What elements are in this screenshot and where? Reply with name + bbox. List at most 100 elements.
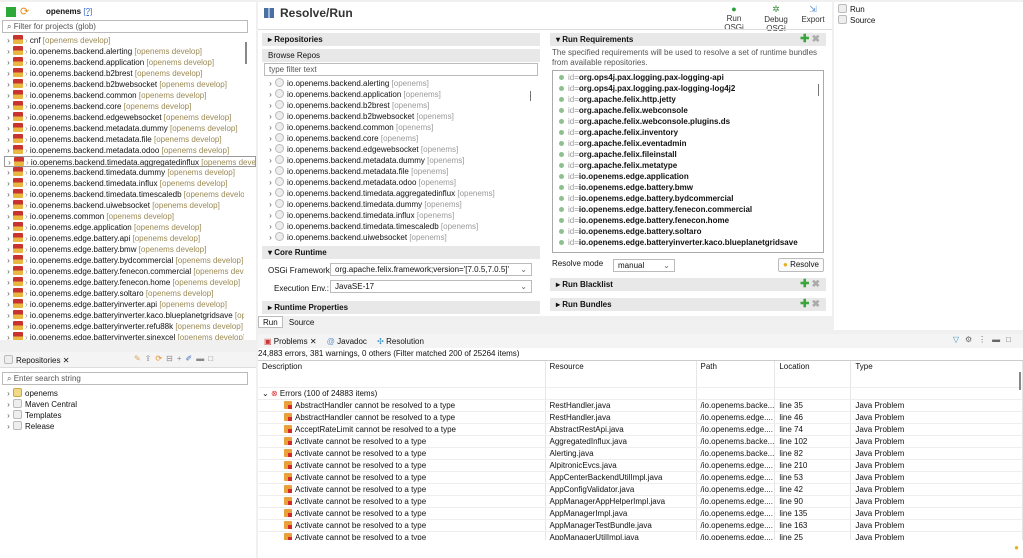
settings-icon[interactable]: ⚙ xyxy=(965,335,978,344)
tab-javadoc[interactable]: @ Javadoc xyxy=(323,336,371,348)
chevron-right-icon[interactable]: › xyxy=(4,167,13,178)
requirement-item[interactable]: id=io.openems.edge.battery.bmw xyxy=(553,182,823,193)
chevron-right-icon[interactable]: › xyxy=(4,255,13,266)
problem-row[interactable]: Activate cannot be resolved to a type App… xyxy=(258,495,1023,508)
chevron-right-icon[interactable]: › xyxy=(4,46,13,57)
osgi-framework-select[interactable]: org.apache.felix.framework;version='[7.0… xyxy=(330,263,532,276)
chevron-right-icon[interactable]: › xyxy=(4,421,13,432)
repository-item[interactable]: › openems xyxy=(4,388,77,399)
runtime-properties-section[interactable]: ▸ Runtime Properties xyxy=(262,301,540,314)
problem-row[interactable]: Activate cannot be resolved to a type App… xyxy=(258,519,1023,532)
chevron-right-icon[interactable]: › xyxy=(4,410,13,421)
add-requirement-icon[interactable]: ✚ xyxy=(800,33,809,45)
problem-row[interactable]: AcceptRateLimit cannot be resolved to a … xyxy=(258,423,1023,436)
repo-bundle-item[interactable]: › io.openems.backend.metadata.dummy [open… xyxy=(266,155,528,166)
project-item[interactable]: › › io.openems.backend.b2brest [openems d… xyxy=(4,68,244,79)
chevron-right-icon[interactable]: › xyxy=(4,266,13,277)
requirement-item[interactable]: id=org.ops4j.pax.logging.pax-logging-log… xyxy=(553,83,823,94)
chevron-right-icon[interactable]: › xyxy=(4,244,13,255)
chevron-right-icon[interactable]: › xyxy=(4,35,13,46)
problem-row[interactable]: Activate cannot be resolved to a type App… xyxy=(258,531,1023,540)
remove-blacklist-icon[interactable]: ✖ xyxy=(812,279,820,290)
chevron-right-icon[interactable]: › xyxy=(4,310,13,321)
remove-bundle-icon[interactable]: ✖ xyxy=(812,299,820,310)
maximize-icon[interactable]: □ xyxy=(208,354,217,363)
repo-bundle-item[interactable]: › io.openems.backend.b2brest [openems] xyxy=(266,100,528,111)
chevron-right-icon[interactable]: › xyxy=(4,178,13,189)
tab-problems[interactable]: ▣ Problems ✕ xyxy=(260,336,321,348)
problem-row[interactable]: AbstractHandler cannot be resolved to a … xyxy=(258,399,1023,412)
chevron-right-icon[interactable]: › xyxy=(4,399,13,410)
repo-bundle-item[interactable]: › io.openems.backend.application [openems… xyxy=(266,89,528,100)
repo-bundle-item[interactable]: › io.openems.backend.b2bwebsocket [openem… xyxy=(266,111,528,122)
chevron-right-icon[interactable]: › xyxy=(266,188,275,199)
project-item[interactable]: › › io.openems.backend.edgewebsocket [ope… xyxy=(4,112,244,123)
chevron-right-icon[interactable]: › xyxy=(266,199,275,210)
project-item[interactable]: › › io.openems.backend.timedata.influx [o… xyxy=(4,178,244,189)
run-blacklist-section[interactable]: ▸ Run Blacklist ✚ ✖ xyxy=(550,278,826,291)
requirement-item[interactable]: id=org.apache.felix.webconsole xyxy=(553,105,823,116)
column-header[interactable]: Path xyxy=(696,361,776,388)
project-item[interactable]: › › io.openems.backend.timedata.timescale… xyxy=(4,189,244,200)
repository-item[interactable]: › Maven Central xyxy=(4,399,77,410)
repo-bundle-item[interactable]: › io.openems.backend.core [openems] xyxy=(266,133,528,144)
requirement-item[interactable]: id=org.apache.felix.metatype xyxy=(553,160,823,171)
refresh-icon[interactable]: ⟳ xyxy=(155,354,166,363)
project-item[interactable]: › › io.openems.backend.alerting [openems … xyxy=(4,46,244,57)
project-item[interactable]: › › io.openems.edge.batteryinverter.sinex… xyxy=(4,332,244,340)
project-item[interactable]: › › io.openems.edge.batteryinverter.kaco.… xyxy=(4,310,244,321)
chevron-right-icon[interactable]: › xyxy=(266,78,275,89)
column-header[interactable]: Resource xyxy=(545,361,697,388)
project-item[interactable]: › › io.openems.edge.battery.api [openems … xyxy=(4,233,244,244)
project-item[interactable]: › › io.openems.backend.b2bwebsocket [open… xyxy=(4,79,244,90)
chevron-right-icon[interactable]: › xyxy=(4,112,13,123)
requirement-item[interactable]: id=org.apache.felix.http.jetty xyxy=(553,94,823,105)
tab-resolution[interactable]: ✣ Resolution xyxy=(373,336,428,348)
requirement-item[interactable]: id=io.openems.edge.battery.fenecon.comme… xyxy=(553,204,823,215)
chevron-right-icon[interactable]: › xyxy=(4,145,13,156)
chevron-right-icon[interactable]: › xyxy=(4,123,13,134)
minimize-icon[interactable]: ▬ xyxy=(992,335,1006,344)
scrollbar-thumb[interactable] xyxy=(245,42,247,64)
project-item[interactable]: › › io.openems.backend.timedata.dummy [op… xyxy=(4,167,244,178)
core-runtime-section[interactable]: ▾ Core Runtime xyxy=(262,246,540,259)
repository-item[interactable]: › Templates xyxy=(4,410,77,421)
repo-bundle-item[interactable]: › io.openems.backend.timedata.influx [ope… xyxy=(266,210,528,221)
chevron-right-icon[interactable]: › xyxy=(4,134,13,145)
column-header[interactable]: Location xyxy=(774,361,852,388)
chevron-right-icon[interactable]: › xyxy=(4,189,13,200)
requirements-scrollbar[interactable] xyxy=(818,84,819,96)
chevron-right-icon[interactable]: › xyxy=(266,133,275,144)
resolve-button[interactable]: ● Resolve xyxy=(778,258,824,272)
repo-bundle-item[interactable]: › io.openems.backend.metadata.odoo [opene… xyxy=(266,177,528,188)
project-item[interactable]: › › io.openems.edge.battery.bmw [openems … xyxy=(4,244,244,255)
chevron-right-icon[interactable]: › xyxy=(4,90,13,101)
project-item[interactable]: › › io.openems.backend.metadata.odoo [ope… xyxy=(4,145,244,156)
chevron-right-icon[interactable]: › xyxy=(4,332,13,340)
repository-item[interactable]: › Release xyxy=(4,421,77,432)
chevron-down-icon[interactable]: ⌄ xyxy=(262,389,269,398)
project-item[interactable]: › › io.openems.edge.battery.fenecon.home … xyxy=(4,277,244,288)
repo-bundle-item[interactable]: › io.openems.backend.timedata.dummy [open… xyxy=(266,199,528,210)
chevron-right-icon[interactable]: › xyxy=(266,122,275,133)
requirement-item[interactable]: id=org.apache.felix.inventory xyxy=(553,127,823,138)
chevron-right-icon[interactable]: › xyxy=(266,111,275,122)
problem-row[interactable]: Activate cannot be resolved to a type Ale… xyxy=(258,447,1023,460)
chevron-right-icon[interactable]: › xyxy=(4,299,13,310)
help-link[interactable]: [?] xyxy=(83,7,92,16)
remove-requirement-icon[interactable]: ✖ xyxy=(812,34,820,45)
chevron-right-icon[interactable]: › xyxy=(5,157,14,166)
sync-icon[interactable]: ⟳ xyxy=(20,5,29,18)
chevron-right-icon[interactable]: › xyxy=(266,232,275,243)
problem-row[interactable]: Activate cannot be resolved to a type App… xyxy=(258,471,1023,484)
run-osgi-button[interactable]: ● Run OSGi xyxy=(716,4,752,32)
chevron-right-icon[interactable]: › xyxy=(4,200,13,211)
repo-bundle-item[interactable]: › io.openems.backend.timedata.timescaledb… xyxy=(266,221,528,232)
repositories-section[interactable]: ▸ Repositories xyxy=(262,33,540,46)
requirement-item[interactable]: id=io.openems.edge.application xyxy=(553,171,823,182)
error-group-row[interactable]: ⌄ ⊗ Errors (100 of 24883 items) xyxy=(258,387,1023,400)
chevron-right-icon[interactable]: › xyxy=(266,221,275,232)
requirement-item[interactable]: id=org.apache.felix.webconsole.plugins.d… xyxy=(553,116,823,127)
export-button[interactable]: ⇲ Export xyxy=(800,4,826,24)
run-bundles-section[interactable]: ▸ Run Bundles ✚ ✖ xyxy=(550,298,826,311)
